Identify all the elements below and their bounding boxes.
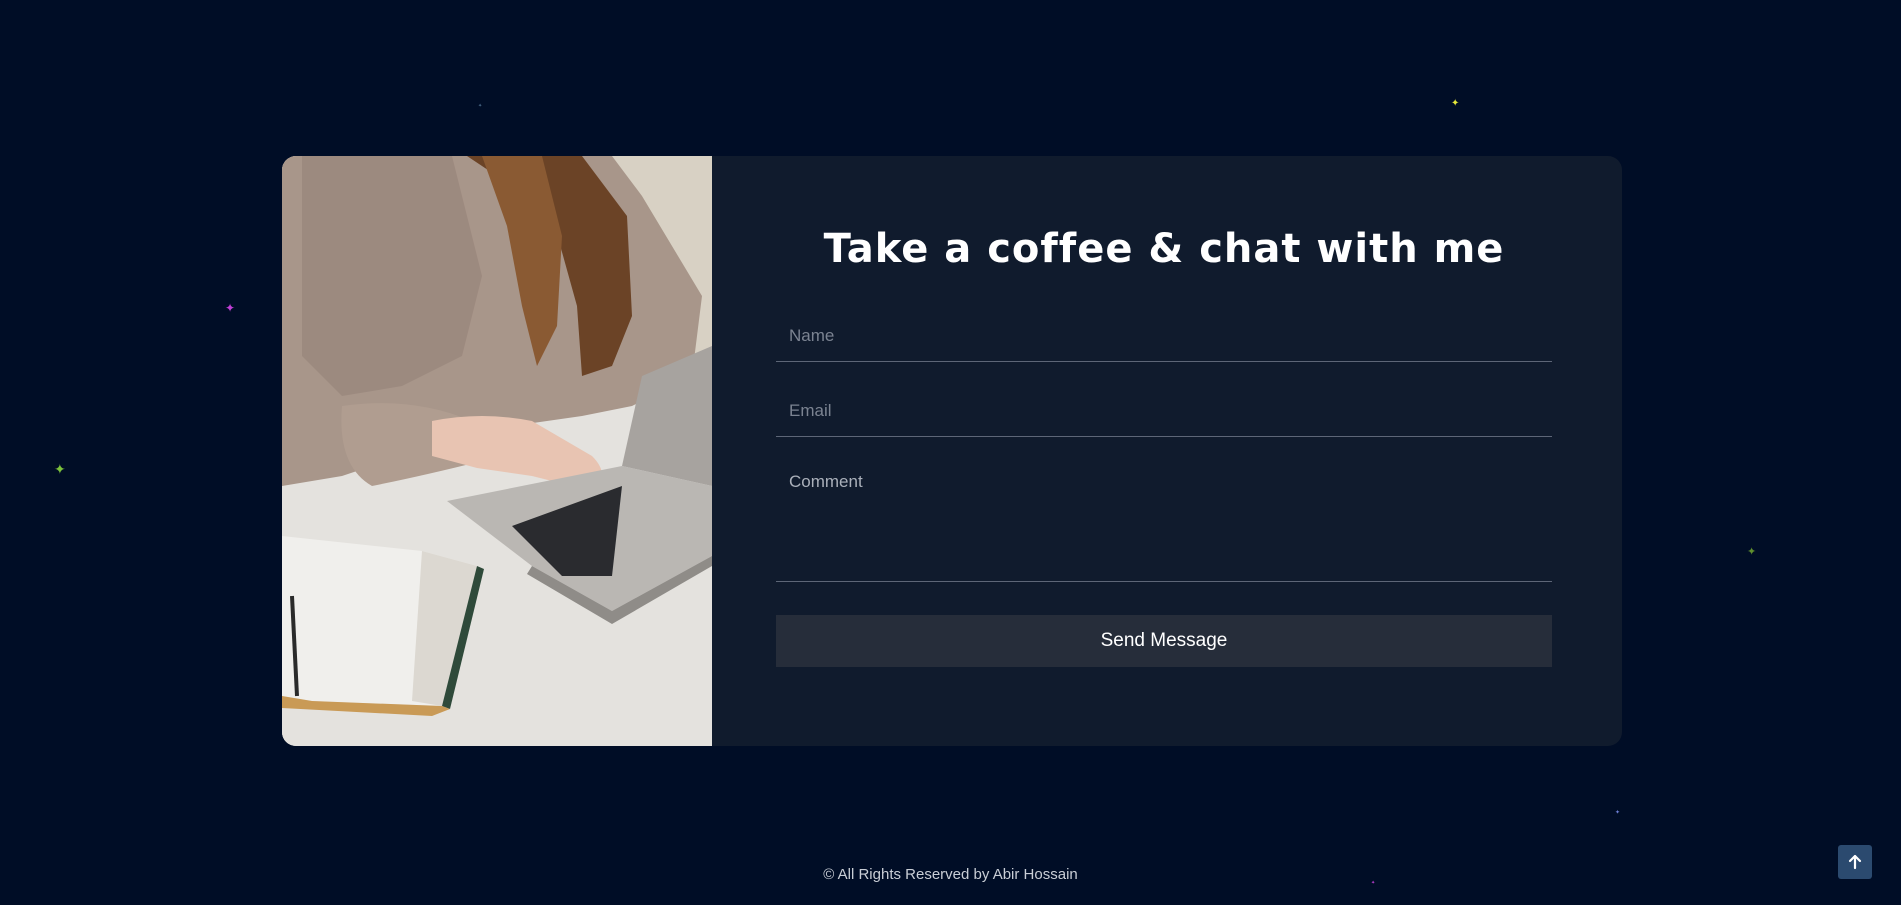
comment-field-wrapper: [776, 460, 1552, 582]
sparkle-icon: ✦: [1615, 810, 1621, 816]
contact-title: Take a coffee & chat with me: [823, 226, 1505, 272]
name-input[interactable]: [776, 310, 1552, 361]
name-field-wrapper: [776, 310, 1552, 362]
contact-photo: [282, 156, 712, 746]
email-input[interactable]: [776, 385, 1552, 436]
contact-card: Take a coffee & chat with me Send Messag…: [282, 156, 1622, 746]
sparkle-icon: ✦: [54, 461, 66, 477]
arrow-up-icon: [1848, 854, 1862, 870]
scroll-to-top-button[interactable]: [1838, 845, 1872, 879]
footer-copyright: © All Rights Reserved by Abir Hossain: [823, 866, 1078, 883]
sparkle-icon: ✦: [225, 301, 236, 315]
sparkle-icon: ✦: [478, 103, 483, 109]
comment-textarea[interactable]: [776, 460, 1552, 581]
sparkle-icon: ✦: [1747, 546, 1757, 558]
sparkle-icon: ✦: [1451, 98, 1460, 109]
contact-form: Take a coffee & chat with me Send Messag…: [712, 156, 1622, 746]
send-message-button[interactable]: Send Message: [776, 615, 1552, 667]
email-field-wrapper: [776, 385, 1552, 437]
